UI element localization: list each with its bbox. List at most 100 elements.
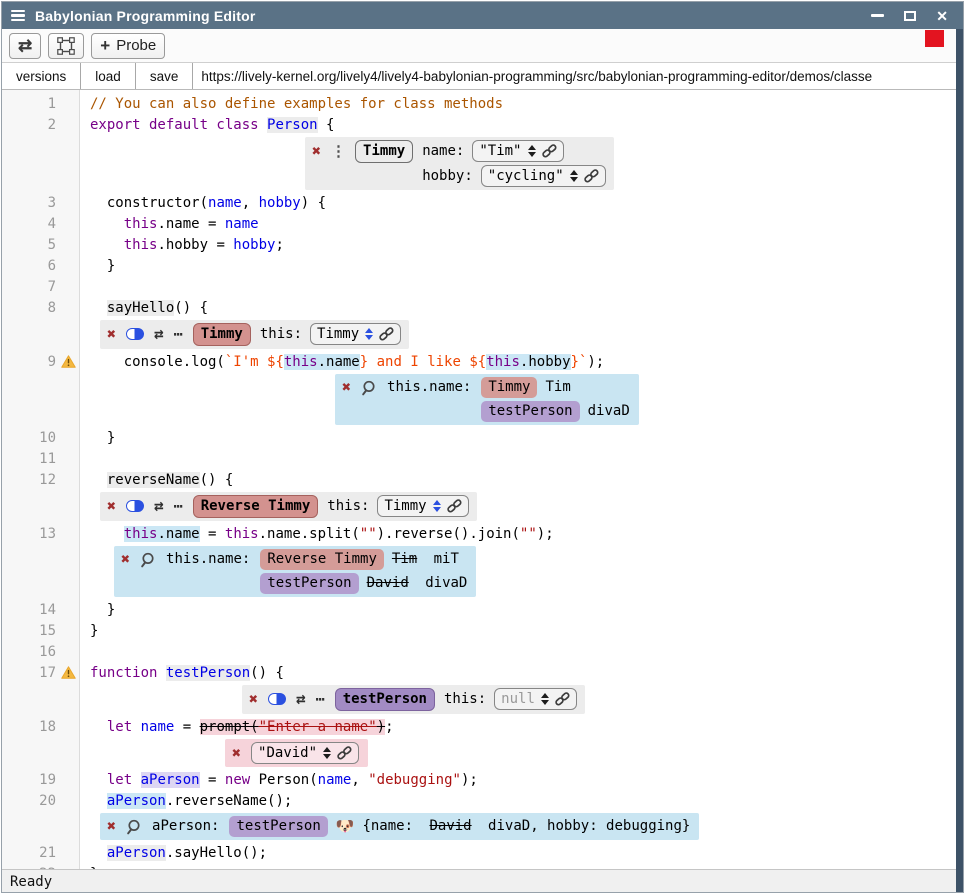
code-text[interactable]: // You can also define examples for clas…: [80, 94, 963, 115]
code-line[interactable]: 1// You can also define examples for cla…: [2, 94, 963, 115]
code-line[interactable]: 5 this.hobby = hobby;: [2, 235, 963, 256]
example-chip[interactable]: testPerson: [260, 573, 358, 594]
code-text[interactable]: this.name = this.name.split("").reverse(…: [80, 524, 963, 545]
code-text[interactable]: aPerson.sayHello();: [80, 843, 963, 864]
maximize-button[interactable]: [904, 11, 916, 21]
code-line[interactable]: 13 this.name = this.name.split("").rever…: [2, 524, 963, 545]
example-chip[interactable]: Timmy: [355, 140, 413, 163]
value-box[interactable]: null: [494, 688, 577, 710]
example-chip[interactable]: testPerson: [229, 816, 327, 837]
delete-icon[interactable]: ✖: [342, 380, 351, 395]
code-line[interactable]: 2export default class Person {: [2, 115, 963, 136]
swap-icon[interactable]: ⇄: [296, 691, 306, 707]
example-chip[interactable]: testPerson: [335, 688, 435, 711]
link-icon[interactable]: [337, 746, 352, 760]
value-box[interactable]: Timmy: [310, 323, 401, 345]
value-box[interactable]: "David": [251, 742, 359, 764]
example-chip[interactable]: testPerson: [481, 401, 579, 422]
stepper-arrows[interactable]: [433, 500, 441, 512]
delete-icon[interactable]: ✖: [107, 819, 116, 834]
code-text[interactable]: }: [80, 621, 963, 642]
example-chip[interactable]: Timmy: [193, 323, 251, 346]
code-line[interactable]: 12 reverseName() {: [2, 470, 963, 491]
code-text[interactable]: this.hobby = hobby;: [80, 235, 963, 256]
delete-icon[interactable]: ✖: [232, 746, 241, 761]
example-chip[interactable]: Reverse Timmy: [193, 495, 319, 518]
swap-button[interactable]: ⇄: [9, 33, 41, 59]
code-text[interactable]: reverseName() {: [80, 470, 963, 491]
swap-icon[interactable]: ⇄: [154, 326, 164, 342]
link-icon[interactable]: [555, 692, 570, 706]
link-icon[interactable]: [447, 499, 462, 513]
value-box[interactable]: "Tim": [472, 140, 563, 162]
code-text[interactable]: }: [80, 864, 963, 869]
minimize-button[interactable]: [871, 14, 884, 17]
code-line[interactable]: 14 }: [2, 600, 963, 621]
close-button[interactable]: ✕: [936, 9, 948, 23]
value-box[interactable]: Timmy: [377, 495, 468, 517]
code-line[interactable]: 16: [2, 642, 963, 663]
code-line[interactable]: 3 constructor(name, hobby) {: [2, 193, 963, 214]
code-line[interactable]: 20 aPerson.reverseName();: [2, 791, 963, 812]
swap-icon[interactable]: ⇄: [154, 498, 164, 514]
example-chip[interactable]: Timmy: [481, 377, 537, 398]
toggle-icon[interactable]: [126, 328, 144, 340]
code-text[interactable]: export default class Person {: [80, 115, 963, 136]
add-probe-button[interactable]: + Probe: [91, 33, 165, 59]
code-line[interactable]: 15}: [2, 621, 963, 642]
code-text[interactable]: [80, 642, 963, 663]
code-text[interactable]: this.name = name: [80, 214, 963, 235]
selection-frame-button[interactable]: [48, 33, 84, 59]
code-line[interactable]: 8 sayHello() {: [2, 298, 963, 319]
code-text[interactable]: [80, 277, 963, 298]
code-line[interactable]: 19 let aPerson = new Person(name, "debug…: [2, 770, 963, 791]
delete-icon[interactable]: ✖: [107, 327, 116, 342]
delete-icon[interactable]: ✖: [312, 144, 321, 159]
code-line[interactable]: 18 let name = prompt("Enter a name");: [2, 717, 963, 738]
code-text[interactable]: function testPerson() {: [80, 663, 963, 684]
stepper-arrows[interactable]: [528, 145, 536, 157]
load-button[interactable]: load: [81, 63, 136, 89]
stepper-arrows[interactable]: [570, 170, 578, 182]
code-line[interactable]: 6 }: [2, 256, 963, 277]
value-box[interactable]: "cycling": [481, 165, 606, 187]
save-button[interactable]: save: [136, 63, 194, 89]
toggle-icon[interactable]: [268, 693, 286, 705]
code-text[interactable]: let aPerson = new Person(name, "debuggin…: [80, 770, 963, 791]
delete-icon[interactable]: ✖: [107, 499, 116, 514]
code-text[interactable]: let name = prompt("Enter a name");: [80, 717, 963, 738]
code-text[interactable]: }: [80, 600, 963, 621]
more-icon[interactable]: ⋯: [316, 692, 326, 707]
versions-button[interactable]: versions: [2, 63, 81, 89]
delete-icon[interactable]: ✖: [249, 692, 258, 707]
code-text[interactable]: }: [80, 256, 963, 277]
example-chip[interactable]: Reverse Timmy: [260, 549, 384, 570]
code-line[interactable]: 21 aPerson.sayHello();: [2, 843, 963, 864]
code-line[interactable]: 9 console.log(`I'm ${this.name} and I li…: [2, 352, 963, 373]
delete-icon[interactable]: ✖: [121, 552, 130, 567]
code-line[interactable]: 10 }: [2, 428, 963, 449]
code-text[interactable]: [80, 449, 963, 470]
link-icon[interactable]: [379, 327, 394, 341]
code-editor[interactable]: 1// You can also define examples for cla…: [2, 90, 963, 869]
url-field[interactable]: https://lively-kernel.org/lively4/lively…: [193, 63, 963, 89]
code-line[interactable]: 11: [2, 449, 963, 470]
more-icon[interactable]: ⋯: [174, 499, 184, 514]
code-line[interactable]: 7: [2, 277, 963, 298]
more-icon[interactable]: ⋯: [174, 327, 184, 342]
link-icon[interactable]: [542, 144, 557, 158]
stepper-arrows[interactable]: [541, 693, 549, 705]
link-icon[interactable]: [584, 169, 599, 183]
code-text[interactable]: }: [80, 428, 963, 449]
code-line[interactable]: 22}: [2, 864, 963, 869]
code-text[interactable]: aPerson.reverseName();: [80, 791, 963, 812]
toggle-icon[interactable]: [126, 500, 144, 512]
stepper-arrows[interactable]: [365, 328, 373, 340]
code-text[interactable]: sayHello() {: [80, 298, 963, 319]
code-text[interactable]: constructor(name, hobby) {: [80, 193, 963, 214]
code-text[interactable]: console.log(`I'm ${this.name} and I like…: [80, 352, 963, 373]
menu-icon[interactable]: [11, 10, 25, 21]
code-line[interactable]: 4 this.name = name: [2, 214, 963, 235]
drag-handle-icon[interactable]: ⋮: [331, 144, 346, 159]
code-line[interactable]: 17function testPerson() {: [2, 663, 963, 684]
